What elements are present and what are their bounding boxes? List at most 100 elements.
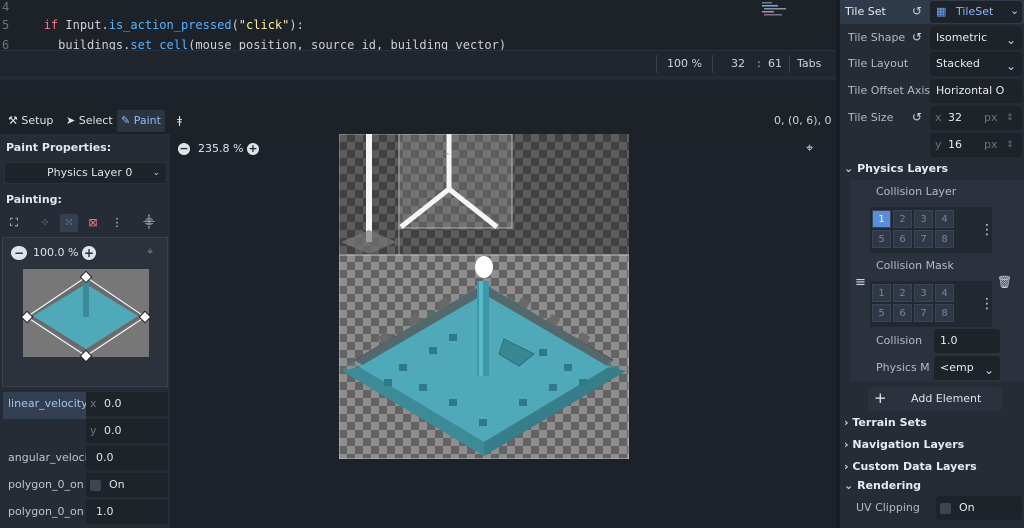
status-zoom[interactable]: 100 % [667, 51, 702, 77]
tile-shape-dropdown[interactable]: Isometric ⌄ [930, 26, 1022, 50]
custom-data-layers-section[interactable]: › Custom Data Layers [844, 460, 977, 473]
linear-velocity-x-field[interactable]: x 0.0 [86, 392, 168, 416]
paint-button[interactable]: ✎ Paint [117, 110, 165, 132]
status-separator [712, 55, 713, 73]
linear-velocity-y-field[interactable]: y 0.0 [86, 419, 168, 443]
select-button[interactable]: ➤ Select [62, 110, 117, 132]
chevron-down-icon: ⌄ [152, 168, 160, 178]
tile-size-x-field[interactable]: x 32 px ⇕ [930, 106, 1022, 130]
zoom-out-icon[interactable]: − [11, 246, 27, 260]
tileset-label: Tile Set [845, 5, 886, 18]
polygon-one-way-margin-field[interactable]: 1.0 [86, 500, 168, 524]
terrain-sets-section[interactable]: › Terrain Sets [844, 416, 927, 429]
status-indent-mode[interactable]: Tabs [797, 51, 821, 77]
tileset-icon: ▦ [936, 5, 947, 18]
tile-shape-label: Tile Shape [848, 31, 906, 44]
physics-material-row: Physics M <emp ⌄ [850, 355, 1024, 381]
axis-y-label: y [90, 424, 97, 437]
tileset-resource-picker[interactable]: ▦ TileSet ⌄ [930, 1, 1022, 23]
physics-material-picker[interactable]: <emp ⌄ [934, 356, 1000, 380]
collision-mask-bit-2[interactable]: 2 [893, 284, 912, 302]
tile-layout-row: Tile Layout Stacked ⌄ [840, 51, 1024, 77]
chevron-down-icon: ⌄ [1010, 4, 1020, 17]
trash-icon[interactable]: 🗑 [997, 275, 1012, 289]
navigation-layers-section[interactable]: › Navigation Layers [844, 438, 964, 451]
collision-layer-bit-3[interactable]: 3 [914, 210, 933, 228]
zoom-in-icon[interactable]: + [82, 246, 96, 260]
zoom-in-icon[interactable]: + [247, 143, 259, 155]
revert-icon[interactable]: ↺ [912, 4, 922, 18]
tile-layout-dropdown[interactable]: Stacked ⌄ [930, 52, 1022, 76]
collision-layer-bit-5[interactable]: 5 [872, 230, 891, 248]
collision-mask-bit-1[interactable]: 1 [872, 284, 891, 302]
more-options-icon[interactable]: ⋮ [980, 296, 994, 312]
tile-shape-row: Tile Shape ↺ Isometric ⌄ [840, 25, 1024, 51]
eyedropper-button[interactable]: ǂ [173, 110, 186, 132]
polygon-one-way-row: polygon_0_on On [0, 473, 170, 497]
terrain-sets-heading: Terrain Sets [852, 416, 927, 429]
collision-mask-bit-8[interactable]: 8 [935, 304, 954, 322]
rendering-section[interactable]: ⌄ Rendering [844, 479, 921, 492]
paint-rect-icon[interactable]: ⛶ [5, 214, 23, 232]
collision-layer-bit-2[interactable]: 2 [893, 210, 912, 228]
collision-layer-bit-6[interactable]: 6 [893, 230, 912, 248]
more-options-icon[interactable]: ⋮ [108, 214, 126, 232]
stepper-icon[interactable]: ⇕ [1006, 133, 1014, 157]
navigation-layers-heading: Navigation Layers [852, 438, 965, 451]
tile-size-label: Tile Size [848, 111, 894, 124]
angular-velocity-field[interactable]: 0.0 [86, 446, 168, 470]
angular-velocity-row: angular_veloci 0.0 [0, 446, 170, 470]
code-minimap[interactable] [758, 0, 836, 50]
polygon-one-way-value: On [109, 478, 125, 491]
paint-points-icon[interactable]: ⁘ [36, 214, 54, 232]
collision-mask-bit-6[interactable]: 6 [893, 304, 912, 322]
tileset-value: TileSet [956, 5, 994, 18]
status-separator [656, 55, 657, 73]
tile-offset-axis-dropdown[interactable]: Horizontal O [930, 79, 1022, 103]
uv-clipping-checkbox[interactable]: On [936, 496, 1022, 520]
status-line: 32 [731, 57, 745, 70]
add-element-button[interactable]: + Add Element [868, 387, 1002, 411]
eyedropper-icon: ǂ [177, 114, 183, 127]
setup-button[interactable]: ⚒ Setup [4, 110, 57, 132]
paint-polygon-icon[interactable]: ⁙ [60, 214, 78, 232]
tile-size-y-field[interactable]: y 16 px ⇕ [930, 133, 1022, 157]
collision-priority-field[interactable]: 1.0 [934, 329, 1000, 353]
collision-mask-bit-7[interactable]: 7 [914, 304, 933, 322]
collision-layer-bit-7[interactable]: 7 [914, 230, 933, 248]
physics-layers-section[interactable]: ⌄ Physics Layers [844, 162, 948, 175]
more-options-icon[interactable]: ⋮ [980, 222, 994, 238]
collision-layer-bit-8[interactable]: 8 [935, 230, 954, 248]
stepper-icon[interactable]: ⇕ [1006, 106, 1014, 130]
drag-handle-icon[interactable]: ≡ [855, 275, 866, 290]
collision-mask-bit-3[interactable]: 3 [914, 284, 933, 302]
polygon-handles[interactable] [21, 269, 151, 363]
grid-snap-icon[interactable]: ⸎ [140, 214, 158, 232]
collision-mask-bit-4[interactable]: 4 [935, 284, 954, 302]
polygon-editor-preview[interactable]: − 100.0 % + ⌖ [2, 237, 168, 387]
tile-size-row: Tile Size ↺ x 32 px ⇕ y 16 px ⇕ [840, 105, 1024, 159]
erase-polygon-icon[interactable]: ⊠ [84, 214, 102, 232]
center-view-icon[interactable]: ⌖ [806, 141, 813, 156]
collision-mask-bit-5[interactable]: 5 [872, 304, 891, 322]
uv-clipping-value: On [959, 501, 975, 514]
linear-velocity-label: linear_velocity [8, 397, 88, 410]
collision-layer-bit-1[interactable]: 1 [872, 210, 891, 228]
select-label: Select [78, 114, 113, 127]
code-editor[interactable]: 4 5 if Input.is_action_pressed("click"):… [0, 0, 836, 52]
chevron-down-icon: ⌄ [844, 162, 854, 175]
tile-offset-axis-value: Horizontal O [936, 84, 1005, 97]
polygon-one-way-checkbox[interactable]: On [86, 473, 168, 497]
collision-layer-label: Collision Layer [876, 185, 957, 198]
panel-splitter[interactable] [0, 76, 836, 80]
paint-label: Paint [133, 114, 161, 127]
collision-layer-bit-4[interactable]: 4 [935, 210, 954, 228]
zoom-out-icon[interactable]: − [178, 143, 190, 155]
center-view-icon[interactable]: ⌖ [147, 245, 153, 259]
uv-clipping-row: UV Clipping On [840, 495, 1024, 521]
checkbox-icon [90, 479, 101, 491]
revert-icon[interactable]: ↺ [912, 30, 922, 44]
revert-icon[interactable]: ↺ [912, 110, 922, 124]
physics-layer-dropdown[interactable]: Physics Layer 0 ⌄ [4, 162, 167, 184]
brush-icon: ✎ [121, 114, 131, 127]
